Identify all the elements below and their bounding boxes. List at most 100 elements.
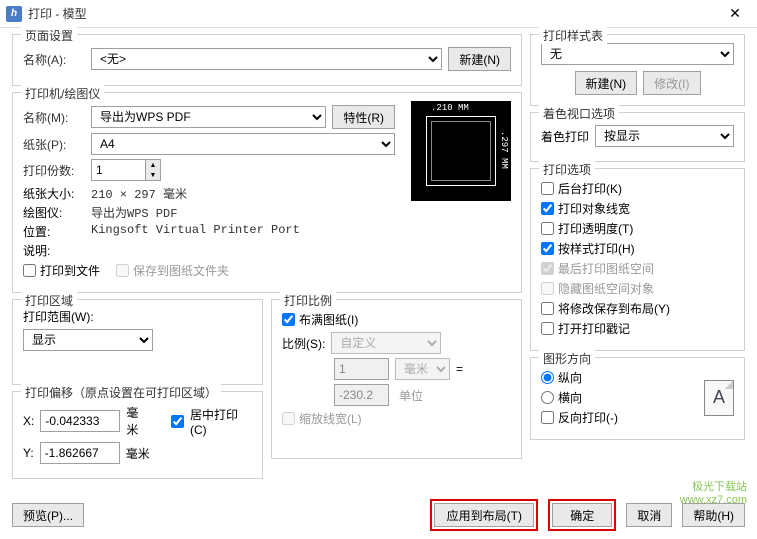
ok-highlight: 确定 [548, 499, 616, 531]
offset-y-input[interactable] [40, 442, 120, 464]
reverse-label: 反向打印(-) [558, 409, 618, 426]
landscape-label: 横向 [558, 389, 582, 406]
page-setup-title: 页面设置 [21, 27, 77, 44]
opt-bg-label: 后台打印(K) [558, 180, 622, 197]
paper-select[interactable]: A4 [91, 133, 395, 155]
apply-highlight: 应用到布局(T) [430, 499, 538, 531]
position-value: Kingsoft Virtual Printer Port [91, 223, 300, 240]
page-name-label: 名称(A): [23, 51, 85, 68]
help-button[interactable]: 帮助(H) [682, 503, 745, 527]
opt-hidepaper-label: 隐藏图纸空间对象 [558, 280, 654, 297]
opt-transparency-checkbox[interactable] [541, 222, 554, 235]
viewport-select[interactable]: 按显示 [595, 125, 734, 147]
preview-button[interactable]: 预览(P)... [12, 503, 84, 527]
print-options-group: 打印选项 后台打印(K) 打印对象线宽 打印透明度(T) 按样式打印(H) 最后… [530, 168, 745, 351]
print-scale-title: 打印比例 [280, 292, 336, 309]
opt-lineweight-checkbox[interactable] [541, 202, 554, 215]
scale-lineweight-checkbox [282, 412, 295, 425]
opt-paperspace-label: 最后打印图纸空间 [558, 260, 654, 277]
print-to-file-label: 打印到文件 [40, 262, 100, 279]
print-options-title: 打印选项 [539, 161, 595, 178]
scale-val1-input [334, 358, 389, 380]
landscape-radio[interactable] [541, 391, 554, 404]
opt-savelayout-label: 将修改保存到布局(Y) [558, 300, 670, 317]
save-template-checkbox [116, 264, 129, 277]
cancel-button[interactable]: 取消 [626, 503, 672, 527]
copies-label: 打印份数: [23, 162, 85, 179]
printer-props-button[interactable]: 特性(R) [332, 105, 395, 129]
save-template-label: 保存到图纸文件夹 [133, 262, 229, 279]
opt-bystyle-checkbox[interactable] [541, 242, 554, 255]
preview-height-label: .297 MM [499, 131, 509, 169]
spinner-up-icon[interactable]: ▲ [146, 160, 160, 170]
opt-hidepaper-checkbox [541, 282, 554, 295]
style-table-title: 打印样式表 [539, 27, 607, 44]
offset-y-label: Y: [23, 446, 34, 460]
printer-name-select[interactable]: 导出为WPS PDF [91, 106, 326, 128]
viewport-title: 着色视口选项 [539, 105, 619, 122]
scale-lineweight-label: 缩放线宽(L) [299, 410, 362, 427]
viewport-group: 着色视口选项 着色打印 按显示 [530, 112, 745, 162]
footer: 预览(P)... 应用到布局(T) 确定 取消 帮助(H) [0, 491, 757, 539]
print-offset-title: 打印偏移（原点设置在可打印区域） [21, 384, 221, 401]
offset-y-unit: 毫米 [126, 445, 150, 462]
plotter-label: 绘图仪: [23, 204, 91, 221]
print-range-label: 打印范围(W): [23, 308, 252, 325]
printer-group: 打印机/绘图仪 名称(M): 导出为WPS PDF 特性(R) 纸张(P): A… [12, 92, 522, 293]
apply-layout-button[interactable]: 应用到布局(T) [434, 503, 534, 527]
viewport-label: 着色打印 [541, 128, 589, 145]
scale-ratio-label: 比例(S): [282, 335, 325, 352]
opt-savelayout-checkbox[interactable] [541, 302, 554, 315]
print-offset-group: 打印偏移（原点设置在可打印区域） X: 毫米 居中打印(C) Y: 毫米 [12, 391, 263, 479]
center-print-label: 居中打印(C) [190, 406, 252, 437]
offset-x-unit: 毫米 [126, 404, 149, 438]
close-button[interactable]: ✕ [719, 0, 751, 28]
fit-paper-checkbox[interactable] [282, 313, 295, 326]
opt-stamp-label: 打开打印戳记 [558, 320, 630, 337]
watermark: 极光下载站 www.xz7.com [680, 478, 747, 506]
style-select[interactable]: 无 [541, 43, 734, 65]
plotter-value: 导出为WPS PDF [91, 204, 177, 221]
window-title: 打印 - 模型 [28, 5, 719, 22]
ok-button[interactable]: 确定 [552, 503, 612, 527]
titlebar: h 打印 - 模型 ✕ [0, 0, 757, 28]
scale-equals: = [456, 362, 463, 376]
offset-x-label: X: [23, 414, 34, 428]
spinner-down-icon[interactable]: ▼ [146, 170, 160, 180]
page-new-button[interactable]: 新建(N) [448, 47, 511, 71]
papersize-label: 纸张大小: [23, 185, 91, 202]
orientation-group: 图形方向 纵向 横向 反向打印(-) A [530, 357, 745, 440]
paper-preview: .210 MM .297 MM [411, 101, 511, 201]
portrait-radio[interactable] [541, 371, 554, 384]
opt-bg-checkbox[interactable] [541, 182, 554, 195]
copies-spinner[interactable]: ▲▼ [91, 159, 161, 181]
print-range-select[interactable]: 显示 [23, 329, 153, 351]
scale-unit2-label: 单位 [399, 387, 423, 404]
offset-x-input[interactable] [40, 410, 120, 432]
page-name-select[interactable]: <无> [91, 48, 442, 70]
page-setup-group: 页面设置 名称(A): <无> 新建(N) [12, 34, 522, 86]
desc-label: 说明: [23, 242, 91, 259]
opt-paperspace-checkbox [541, 262, 554, 275]
print-to-file-checkbox[interactable] [23, 264, 36, 277]
style-new-button[interactable]: 新建(N) [575, 71, 638, 95]
print-area-group: 打印区域 打印范围(W): 显示 [12, 299, 263, 385]
opt-stamp-checkbox[interactable] [541, 322, 554, 335]
position-label: 位置: [23, 223, 91, 240]
orientation-title: 图形方向 [539, 350, 595, 367]
print-area-title: 打印区域 [21, 292, 77, 309]
style-table-group: 打印样式表 无 新建(N) 修改(I) [530, 34, 745, 106]
papersize-value: 210 × 297 毫米 [91, 185, 187, 202]
orientation-icon: A [704, 380, 734, 416]
portrait-label: 纵向 [558, 369, 582, 386]
reverse-checkbox[interactable] [541, 411, 554, 424]
center-print-checkbox[interactable] [171, 415, 184, 428]
opt-transparency-label: 打印透明度(T) [558, 220, 633, 237]
opt-lineweight-label: 打印对象线宽 [558, 200, 630, 217]
printer-title: 打印机/绘图仪 [21, 85, 104, 102]
scale-val2-input [334, 384, 389, 406]
copies-input[interactable] [91, 159, 146, 181]
app-icon: h [6, 6, 22, 22]
style-modify-button: 修改(I) [643, 71, 700, 95]
paper-label: 纸张(P): [23, 136, 85, 153]
